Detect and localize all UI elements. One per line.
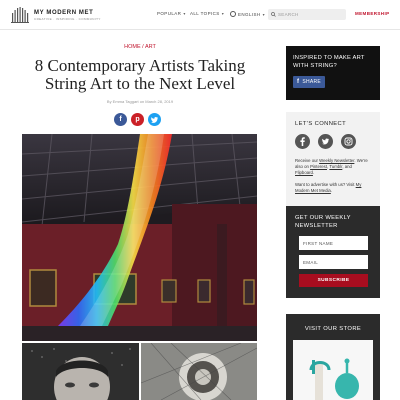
promo-share-label: SHARE — [302, 79, 322, 85]
pinterest-link[interactable]: Pinterest — [310, 164, 327, 169]
gallery-thumbnail-portrait[interactable] — [22, 343, 139, 400]
share-facebook-button[interactable]: f — [114, 113, 127, 126]
promo-text: INSPIRED TO MAKE ART WITH STRING? — [293, 55, 365, 69]
nav-all-topics[interactable]: ALL TOPICS ▾ — [190, 11, 224, 16]
email-field[interactable] — [299, 255, 368, 269]
site-header: MY MODERN MET CREATIVE · INSPIRING · COM… — [0, 0, 400, 30]
hero-image — [22, 134, 257, 341]
search-icon — [271, 12, 276, 17]
facebook-icon[interactable] — [295, 134, 310, 149]
nail-string-art-image — [141, 343, 257, 400]
nav-popular-label: POPULAR — [157, 11, 182, 16]
advertise-copy-end: . — [330, 187, 333, 193]
connect-box: LET'S CONNECT Receive our Weekly Newslet… — [286, 112, 380, 206]
share-pinterest-button[interactable]: p — [131, 113, 144, 126]
newsletter-link[interactable]: Weekly Newsletter — [319, 158, 354, 163]
string-portrait-image — [22, 343, 139, 400]
chevron-down-icon: ▾ — [183, 11, 186, 16]
logo-tagline: CREATIVE · INSPIRING · COMMUNITY — [34, 16, 101, 21]
twitter-icon — [151, 116, 158, 123]
instagram-icon[interactable] — [341, 134, 356, 149]
twitter-icon[interactable] — [318, 134, 333, 149]
facebook-icon: f — [297, 79, 300, 85]
store-product-image[interactable] — [293, 340, 373, 400]
language-selector[interactable]: ENGLISH ▾ — [230, 11, 265, 17]
globe-icon — [230, 11, 236, 17]
article-byline: By Emma Taggart on March 28, 2019 — [106, 99, 174, 104]
first-name-field[interactable] — [299, 236, 368, 250]
advertise-copy: Want to advertise with us? Visit My Mode… — [295, 182, 371, 194]
connect-copy-prefix: Receive our — [295, 158, 320, 163]
connect-copy-end: . — [312, 170, 315, 176]
pinterest-icon: p — [135, 116, 140, 123]
logo-text: MY MODERN MET CREATIVE · INSPIRING · COM… — [34, 10, 101, 21]
string-art-installation-image — [22, 134, 257, 341]
membership-link[interactable]: MEMBERSHIP — [355, 11, 390, 16]
newsletter-signup: GET OUR WEEKLY NEWSLETTER SUBSCRIBE — [286, 206, 380, 298]
connect-copy-and: , and — [342, 164, 352, 170]
share-twitter-button[interactable] — [148, 113, 161, 126]
chevron-down-icon: ▾ — [221, 11, 225, 16]
store-promo: VISIT OUR STORE — [286, 314, 380, 400]
store-title: VISIT OUR STORE — [304, 326, 362, 332]
nav-all-topics-label: ALL TOPICS — [190, 11, 220, 16]
logo-icon — [11, 7, 29, 23]
chevron-down-icon: ▾ — [262, 11, 265, 17]
language-label: ENGLISH — [238, 11, 261, 17]
facebook-icon: f — [119, 116, 122, 123]
breadcrumb: HOME / ART — [22, 44, 258, 50]
connect-copy: Receive our Weekly Newsletter. We're als… — [295, 158, 371, 177]
subscribe-button[interactable]: SUBSCRIBE — [299, 274, 368, 287]
promo-share-button[interactable]: f SHARE — [293, 76, 326, 88]
promo-box: INSPIRED TO MAKE ART WITH STRING? f SHAR… — [286, 46, 380, 100]
breadcrumb-category[interactable]: ART — [145, 44, 156, 50]
newsletter-title: GET OUR WEEKLY NEWSLETTER — [295, 215, 351, 229]
logo-name: MY MODERN MET — [34, 9, 94, 16]
connect-title: LET'S CONNECT — [295, 121, 347, 127]
search-input[interactable] — [278, 12, 338, 17]
search-box[interactable] — [268, 9, 346, 20]
article-title: 8 Contemporary Artists Taking String Art… — [34, 56, 246, 93]
flipboard-link[interactable]: Flipboard — [295, 170, 313, 175]
store-product-graphic — [293, 340, 373, 400]
advertise-copy-prefix: Want to advertise with us? Visit — [295, 181, 356, 187]
share-buttons: f p — [114, 113, 161, 126]
tumblr-link[interactable]: Tumblr — [329, 164, 342, 169]
gallery-thumbnail-nails[interactable] — [141, 343, 257, 400]
social-links — [295, 134, 371, 149]
nav-popular[interactable]: POPULAR ▾ — [157, 11, 186, 16]
breadcrumb-home[interactable]: HOME — [124, 44, 141, 50]
site-logo[interactable]: MY MODERN MET CREATIVE · INSPIRING · COM… — [10, 7, 101, 23]
